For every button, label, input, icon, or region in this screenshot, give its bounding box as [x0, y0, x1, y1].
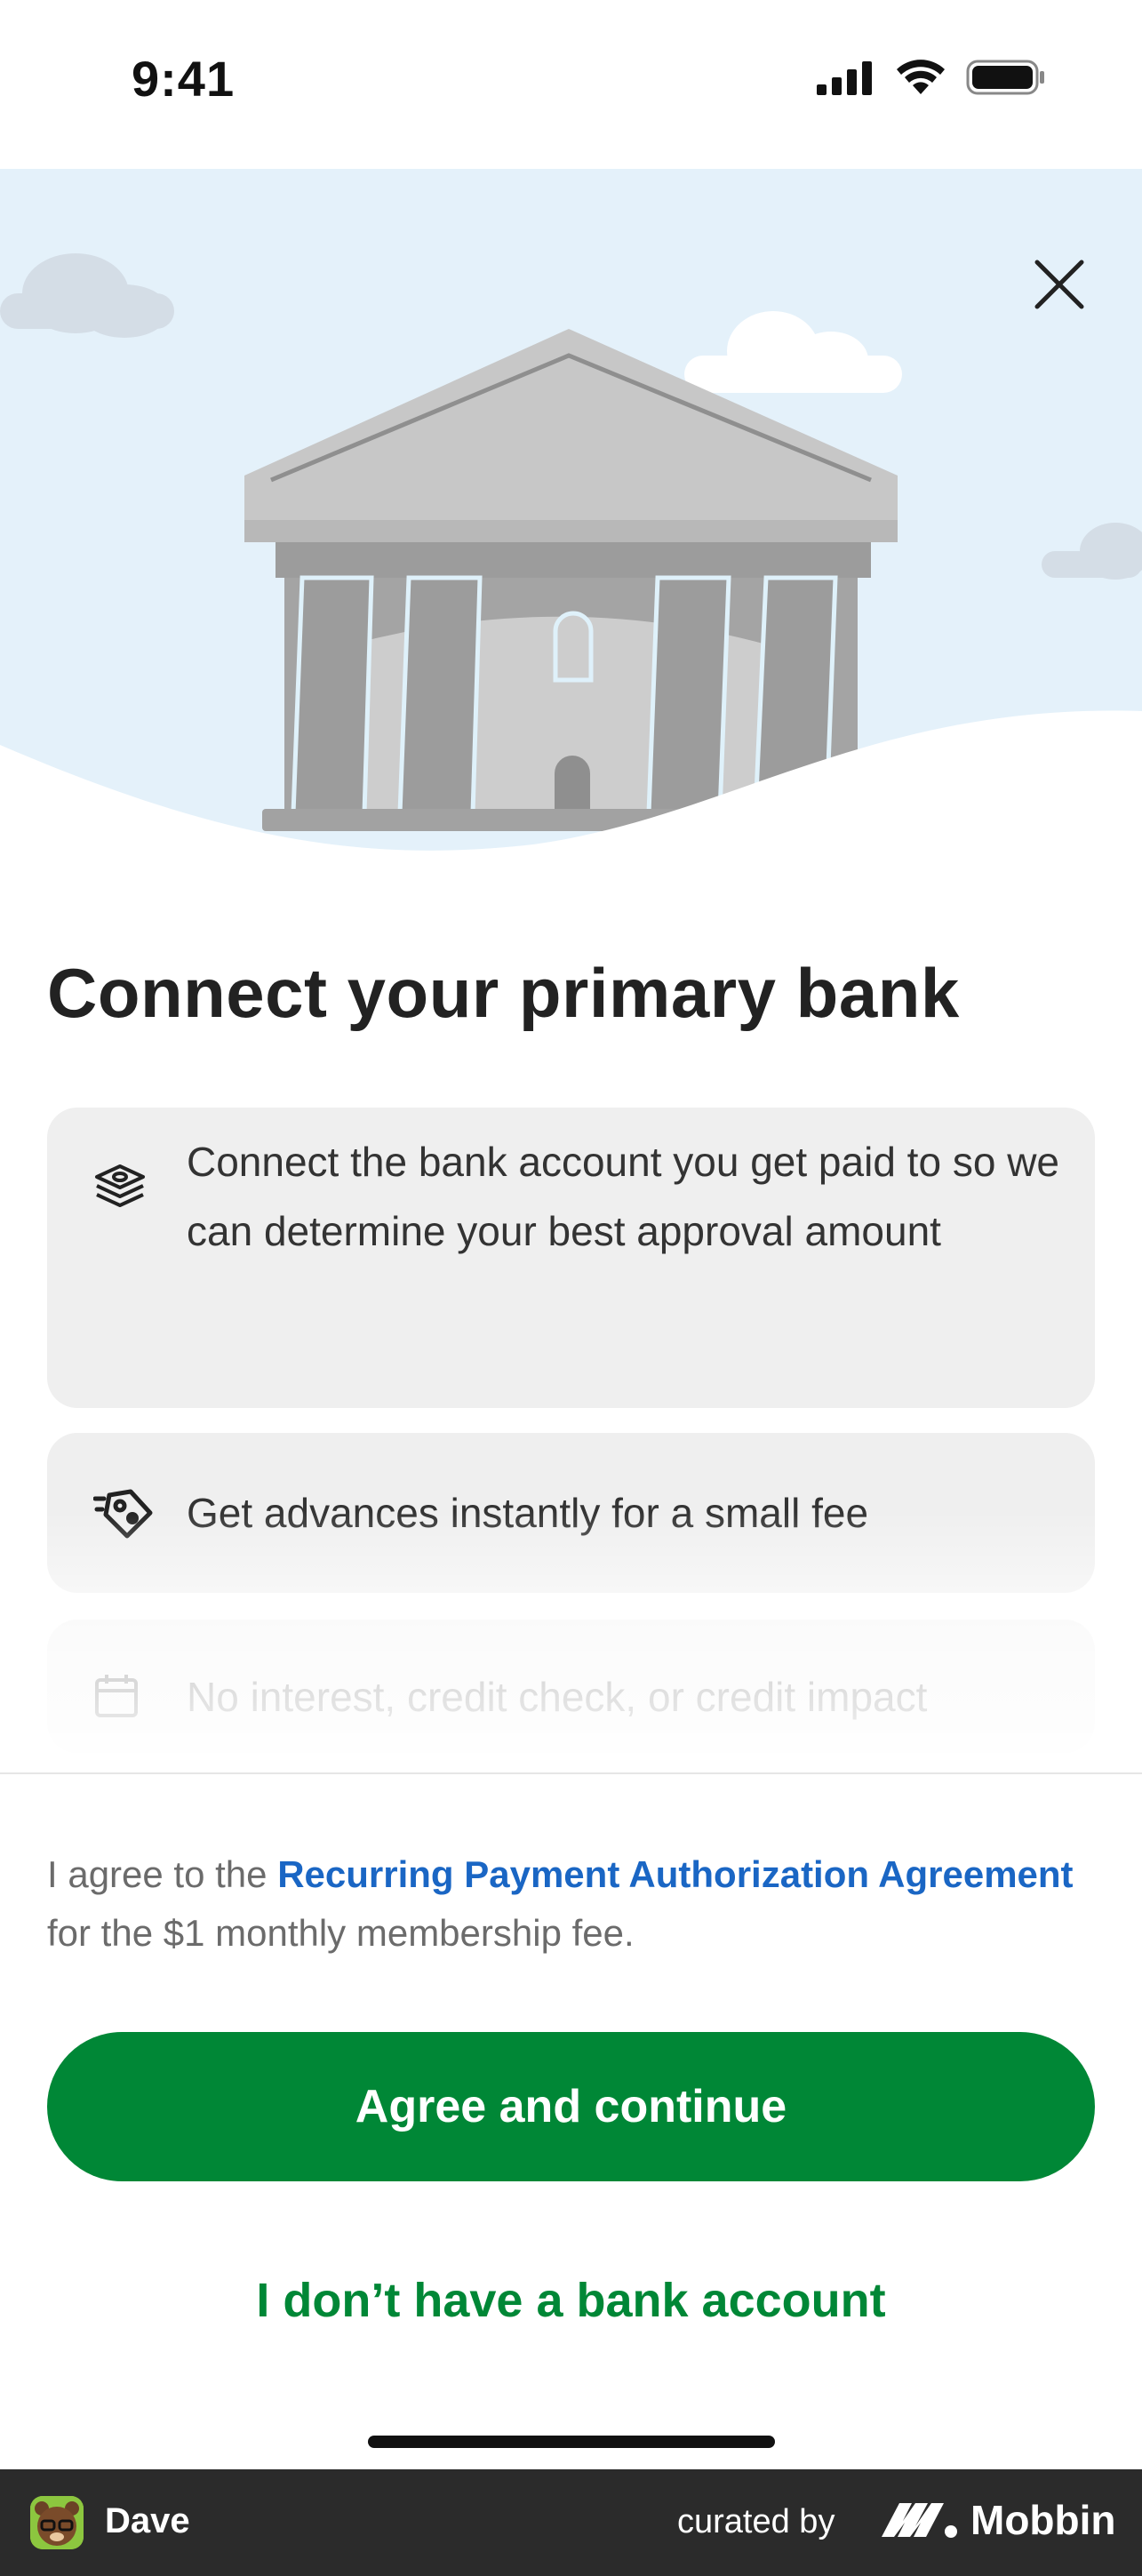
cloud-center	[684, 311, 902, 393]
battery-icon	[966, 60, 1044, 95]
app-name: Dave	[105, 2501, 190, 2540]
mobbin-logo: Mobbin	[880, 2496, 1116, 2544]
feature-text: Get advances instantly for a small fee	[187, 1490, 869, 1536]
agreement-text: I agree to the Recurring Payment Authori…	[47, 1845, 1105, 1963]
fast-tag-icon	[93, 1489, 153, 1539]
page-title: Connect your primary bank	[47, 954, 960, 1032]
payment-authorization-link[interactable]: Recurring Payment Authorization Agreemen…	[277, 1853, 1073, 1895]
credit-bar: Dave curated by Mobbin	[0, 2469, 1142, 2576]
mobbin-brand: Mobbin	[970, 2497, 1116, 2543]
cloud-right	[1042, 523, 1142, 580]
agree-and-continue-button[interactable]: Agree and continue	[47, 2032, 1095, 2181]
agreement-suffix: for the $1 monthly membership fee.	[47, 1912, 635, 1954]
home-indicator	[368, 2436, 775, 2448]
dave-app-icon	[30, 2496, 84, 2549]
feature-card-paid-account: Connect the bank account you get paid to…	[47, 1108, 1095, 1408]
money-stack-icon	[95, 1164, 145, 1207]
feature-card-no-interest: No interest, credit check, or credit imp…	[47, 1620, 1095, 1753]
feature-text: No interest, credit check, or credit imp…	[187, 1674, 928, 1720]
footer-divider	[0, 1772, 1142, 1774]
status-icons	[817, 59, 1046, 96]
mobbin-logo-icon	[882, 2503, 957, 2538]
feature-text: Connect the bank account you get paid to…	[187, 1139, 1059, 1254]
status-bar: 9:41	[0, 0, 1142, 169]
close-button[interactable]	[1024, 249, 1095, 320]
calendar-icon	[95, 1675, 138, 1717]
bank-illustration	[0, 253, 1142, 871]
no-bank-account-button[interactable]: I don’t have a bank account	[47, 2258, 1095, 2343]
status-time: 9:41	[132, 51, 236, 107]
wifi-icon	[897, 60, 945, 94]
cellular-signal-icon	[817, 61, 872, 95]
curated-by-label: curated by	[677, 2503, 835, 2540]
close-icon	[1034, 260, 1084, 309]
dave-bear-icon	[30, 2496, 84, 2549]
bank-building	[244, 329, 898, 831]
feature-card-advances: Get advances instantly for a small fee	[47, 1433, 1095, 1593]
hero-illustration	[0, 169, 1142, 871]
cloud-left	[0, 253, 174, 338]
agreement-prefix: I agree to the	[47, 1853, 278, 1895]
